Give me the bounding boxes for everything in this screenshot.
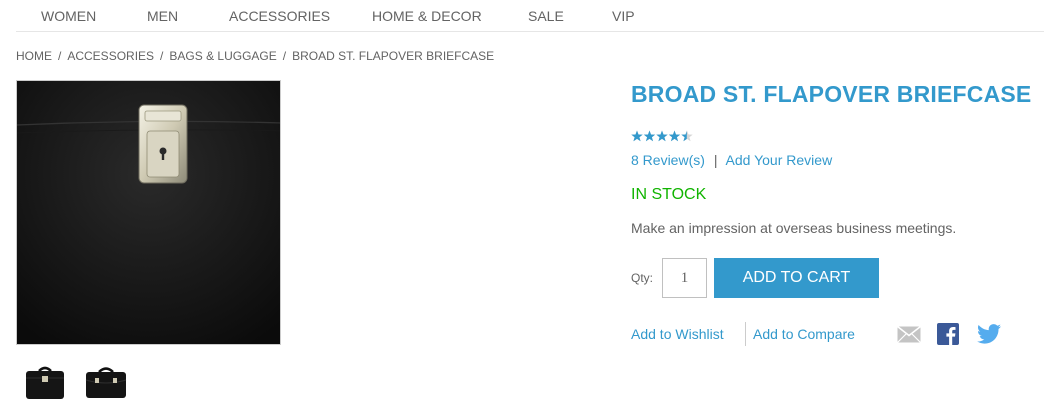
briefcase-thumbnail-image — [85, 367, 127, 398]
add-review-link[interactable]: Add Your Review — [726, 152, 833, 168]
nav-item-home-decor[interactable]: HOME & DECOR — [372, 8, 482, 24]
rating-stars — [631, 130, 695, 143]
product-thumbnail[interactable] — [83, 362, 129, 402]
briefcase-closeup-image — [17, 81, 280, 344]
add-to-cart-button[interactable]: ADD TO CART — [714, 258, 879, 298]
facebook-icon[interactable] — [937, 323, 959, 350]
reviews-row: 8 Review(s) | Add Your Review — [631, 152, 832, 168]
nav-item-men[interactable]: MEN — [147, 8, 178, 24]
product-thumbnail[interactable] — [22, 362, 68, 402]
briefcase-thumbnail-image — [26, 366, 64, 399]
breadcrumb-bags-luggage[interactable]: BAGS & LUGGAGE — [169, 49, 276, 63]
breadcrumb: HOME / ACCESSORIES / BAGS & LUGGAGE / BROAD ST… — [16, 49, 494, 63]
qty-label: Qty: — [631, 271, 654, 285]
main-nav: WOMEN MEN ACCESSORIES HOME & DECOR SALE … — [16, 0, 1044, 32]
nav-item-vip[interactable]: VIP — [612, 8, 635, 24]
email-icon[interactable] — [897, 325, 921, 348]
links-divider — [745, 322, 746, 346]
product-short-description: Make an impression at overseas business … — [631, 220, 957, 236]
breadcrumb-current: BROAD ST. FLAPOVER BRIEFCASE — [292, 49, 495, 63]
breadcrumb-separator: / — [58, 49, 62, 63]
breadcrumb-home[interactable]: HOME — [16, 49, 52, 63]
breadcrumb-separator: / — [160, 49, 164, 63]
product-main-image[interactable] — [16, 80, 281, 345]
qty-input[interactable] — [662, 258, 707, 298]
add-to-wishlist-link[interactable]: Add to Wishlist — [631, 326, 724, 342]
rating-stars-graphic — [631, 130, 693, 142]
product-title: BROAD ST. FLAPOVER BRIEFCASE — [631, 81, 1032, 107]
nav-item-women[interactable]: WOMEN — [41, 8, 96, 24]
nav-item-sale[interactable]: SALE — [528, 8, 564, 24]
breadcrumb-accessories[interactable]: ACCESSORIES — [67, 49, 154, 63]
add-to-compare-link[interactable]: Add to Compare — [753, 326, 855, 342]
stock-status: IN STOCK — [631, 186, 707, 203]
reviews-separator: | — [713, 152, 718, 168]
nav-item-accessories[interactable]: ACCESSORIES — [229, 8, 330, 24]
twitter-icon[interactable] — [977, 324, 1001, 349]
reviews-count-link[interactable]: 8 Review(s) — [631, 152, 705, 168]
breadcrumb-separator: / — [282, 49, 287, 63]
